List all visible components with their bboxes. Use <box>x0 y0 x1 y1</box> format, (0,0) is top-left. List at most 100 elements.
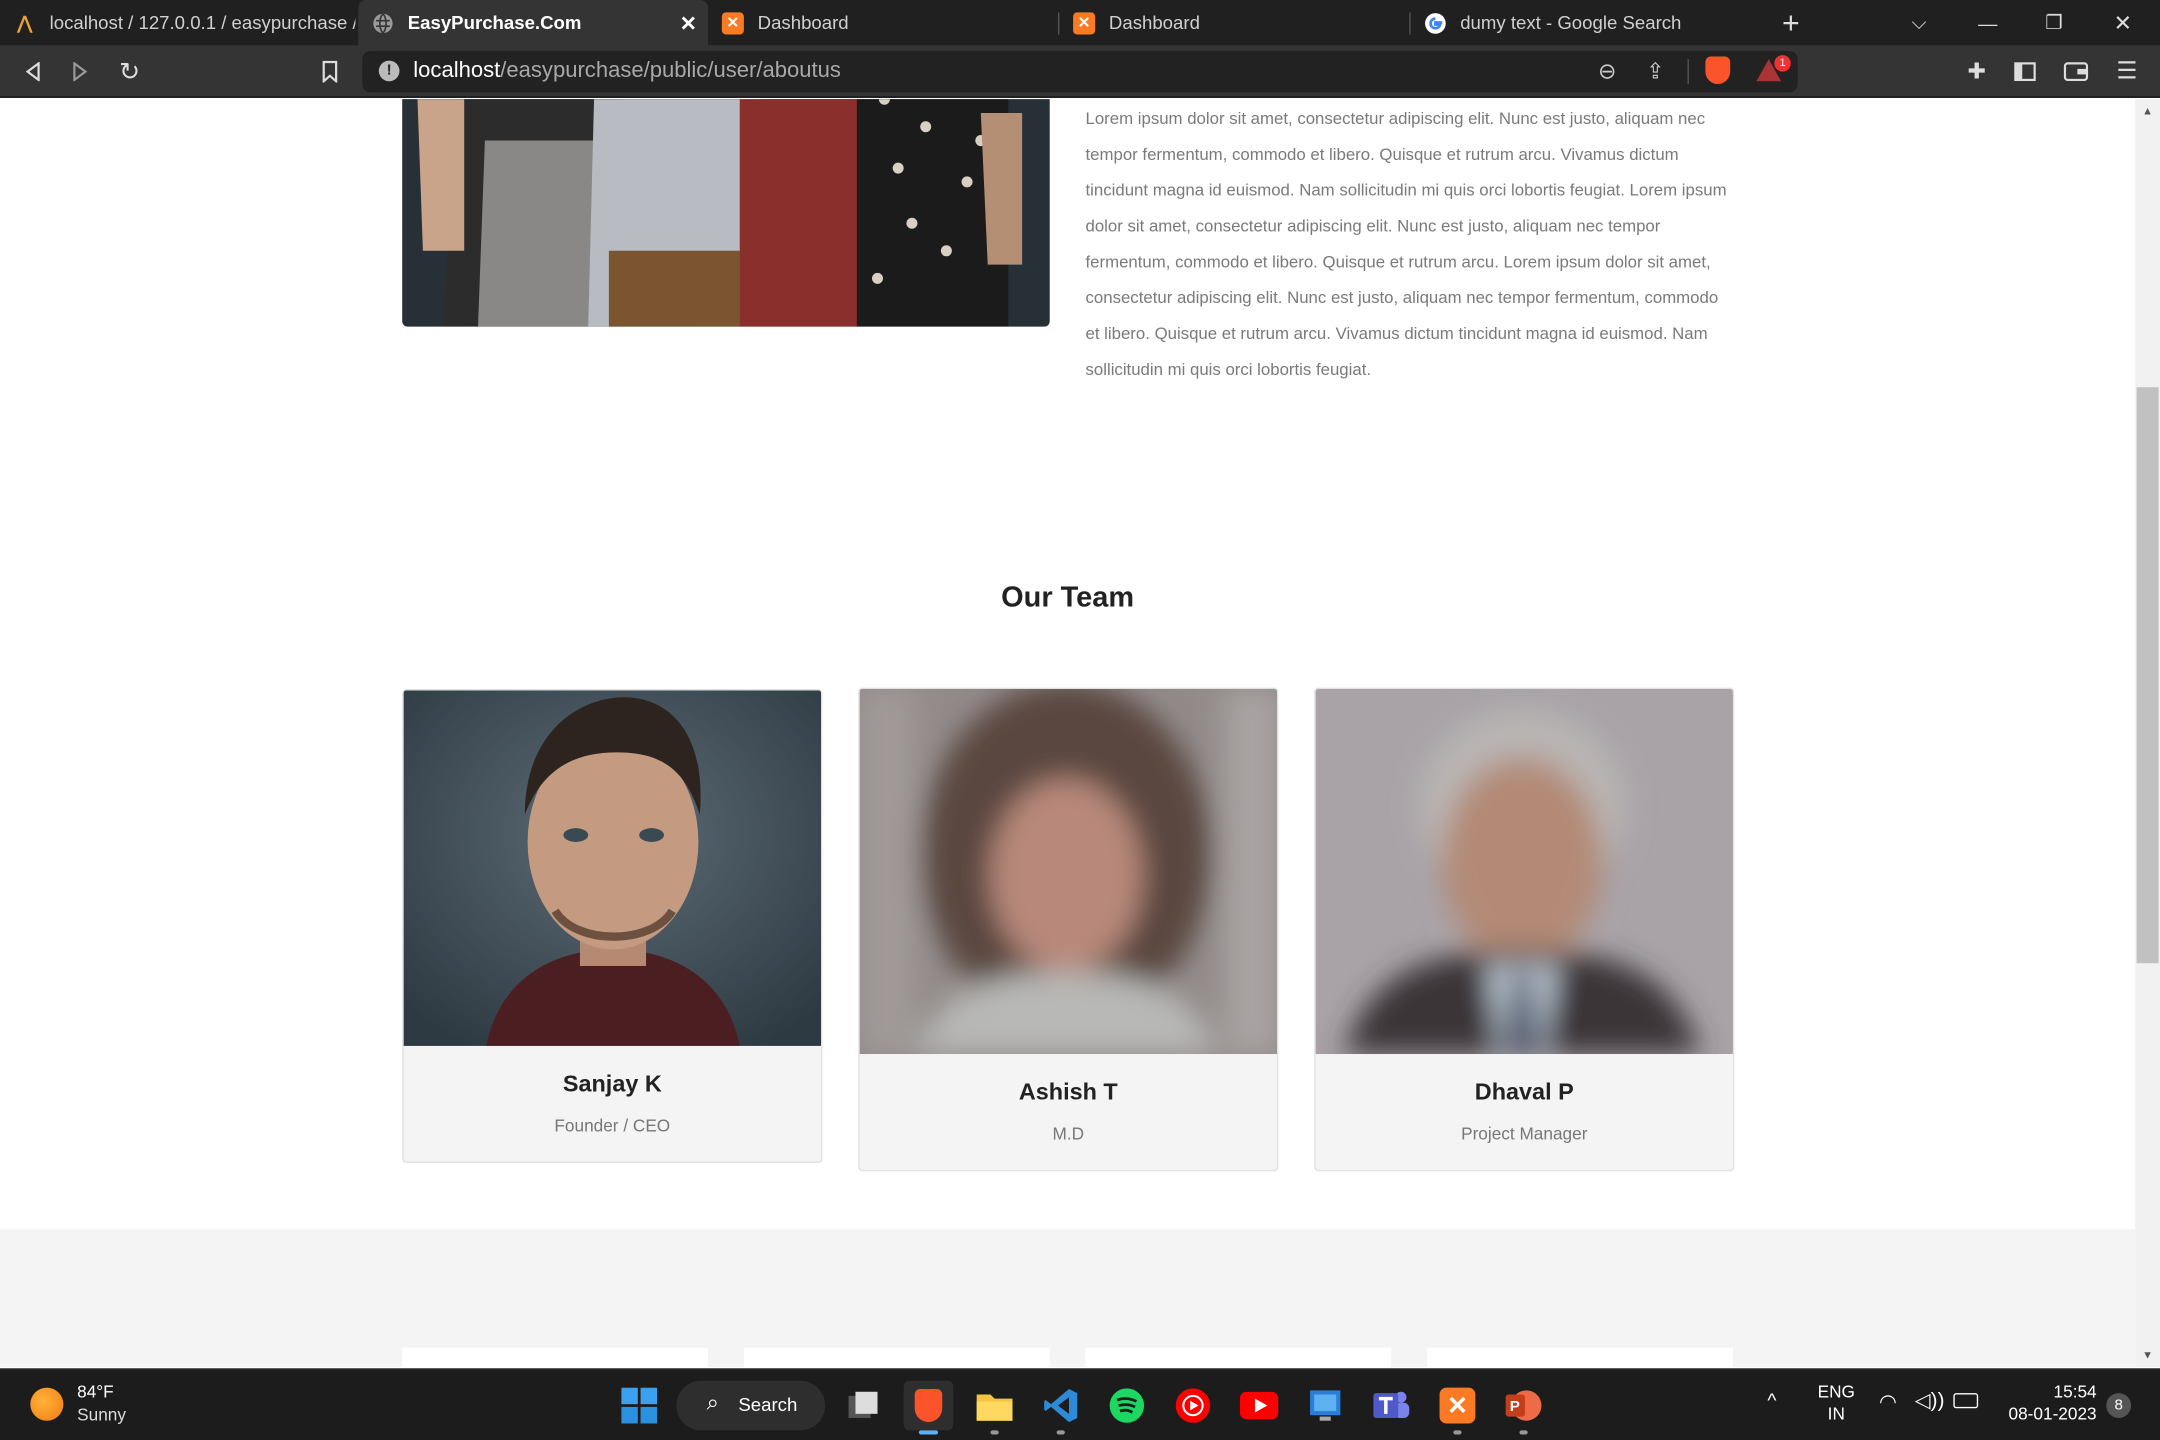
clock[interactable]: 15:54 08-01-2023 <box>1997 1382 2097 1424</box>
file-explorer-icon[interactable] <box>970 1381 1020 1435</box>
member-photo <box>859 688 1277 1055</box>
volume-icon[interactable]: ◁)) <box>1915 1388 1945 1412</box>
svg-text:P: P <box>1510 1398 1520 1415</box>
tab-phpmyadmin[interactable]: ⋀ localhost / 127.0.0.1 / easypurchase / <box>0 0 355 45</box>
task-view-icon[interactable] <box>839 1381 889 1431</box>
xampp-icon: ✕ <box>1439 1387 1476 1424</box>
teams-icon[interactable] <box>1367 1381 1417 1431</box>
windows-start-icon[interactable] <box>614 1381 664 1431</box>
xampp-icon: ✕ <box>721 11 744 34</box>
weather-temp[interactable]: 84°F <box>77 1382 114 1401</box>
globe-icon <box>372 12 394 34</box>
tab-title: Dashboard <box>757 12 849 34</box>
menu-icon[interactable]: ☰ <box>2113 58 2141 86</box>
sun-icon[interactable] <box>30 1387 64 1421</box>
close-window-button[interactable]: ✕ <box>2091 0 2154 45</box>
clock-date: 08-01-2023 <box>2008 1404 2097 1424</box>
tab-dashboard-1[interactable]: ✕ Dashboard <box>708 0 1058 45</box>
close-tab-icon[interactable]: ✕ <box>680 11 697 35</box>
vscode-icon[interactable] <box>1036 1381 1086 1435</box>
url-text: localhost/easypurchase/public/user/about… <box>413 59 841 83</box>
taskbar-search[interactable]: ⌕ Search <box>676 1380 826 1431</box>
spotify-icon[interactable] <box>1102 1381 1152 1431</box>
minimize-button[interactable]: — <box>1956 0 2019 45</box>
tab-title: Dashboard <box>1108 12 1200 34</box>
member-role: Project Manager <box>1461 1124 1588 1144</box>
running-indicator <box>1519 1430 1528 1435</box>
reload-icon[interactable]: ↻ <box>116 57 144 86</box>
next-section-background <box>0 1229 2136 1367</box>
member-role: Founder / CEO <box>554 1116 671 1136</box>
google-icon <box>1424 12 1446 34</box>
team-section-title: Our Team <box>1001 581 1135 614</box>
brave-taskbar-icon[interactable] <box>903 1380 954 1435</box>
back-icon[interactable] <box>19 58 47 86</box>
battery-icon[interactable] <box>1953 1393 1979 1409</box>
team-card-sanjay: Sanjay K Founder / CEO <box>402 688 823 1164</box>
scroll-down-arrow-icon[interactable]: ▼ <box>2142 1349 2153 1361</box>
tab-easypurchase[interactable]: EasyPurchase.Com ✕ <box>358 0 709 46</box>
clock-time: 15:54 <box>2053 1382 2097 1402</box>
xampp-taskbar-icon[interactable]: ✕ <box>1433 1381 1483 1435</box>
member-name: Sanjay K <box>562 1070 662 1097</box>
about-paragraph: Lorem ipsum dolor sit amet, consectetur … <box>1085 108 1727 379</box>
tab-title: dumy text - Google Search <box>1460 12 1682 34</box>
page-viewport: Lorem ipsum dolor sit amet, consectetur … <box>0 99 2136 1367</box>
team-card-dhaval: Dhaval P Project Manager <box>1314 687 1735 1172</box>
member-photo <box>403 690 822 1046</box>
chevron-down-icon[interactable]: ⌵ <box>1887 0 1950 45</box>
wifi-icon[interactable]: ◠ <box>1879 1389 1897 1413</box>
tab-strip: ⋀ localhost / 127.0.0.1 / easypurchase /… <box>0 0 2160 46</box>
tab-title: localhost / 127.0.0.1 / easypurchase / <box>49 12 356 34</box>
member-name: Ashish T <box>1018 1078 1118 1106</box>
wallet-icon[interactable] <box>2062 58 2090 86</box>
powerpoint-icon[interactable]: P <box>1499 1381 1549 1435</box>
tab-title: EasyPurchase.Com <box>407 12 582 34</box>
bookmark-icon[interactable] <box>315 58 343 86</box>
tab-google-search[interactable]: dumy text - Google Search <box>1411 0 1761 45</box>
share-icon[interactable]: ⇪ <box>1646 58 1664 86</box>
next-section-card <box>1085 1347 1392 1367</box>
brave-shield-icon[interactable] <box>1705 56 1731 85</box>
tab-dashboard-2[interactable]: ✕ Dashboard <box>1059 0 1409 45</box>
language-indicator[interactable]: ENG IN <box>1816 1382 1857 1423</box>
next-section-card <box>402 1347 709 1367</box>
search-icon: ⌕ <box>706 1391 720 1416</box>
sidebar-icon[interactable] <box>2011 58 2039 86</box>
zoom-icon[interactable]: ⊖ <box>1598 58 1616 86</box>
language-code: ENG <box>1817 1382 1855 1402</box>
restore-button[interactable]: ❐ <box>2022 0 2085 45</box>
notification-badge: 1 <box>1774 55 1791 72</box>
divider <box>1687 59 1689 85</box>
next-section-card <box>743 1347 1050 1367</box>
about-team-photo <box>402 99 1050 327</box>
notification-count-badge[interactable]: 8 <box>2106 1393 2132 1418</box>
chevron-up-icon[interactable]: ^ <box>1767 1389 1776 1411</box>
region-code: IN <box>1827 1404 1845 1424</box>
active-indicator <box>918 1430 939 1435</box>
weather-desc[interactable]: Sunny <box>77 1406 126 1425</box>
brave-logo <box>914 1389 943 1423</box>
xampp-icon: ✕ <box>1073 11 1096 34</box>
team-card-ashish: Ashish T M.D <box>858 687 1279 1172</box>
youtube-music-icon[interactable] <box>1168 1381 1218 1431</box>
running-indicator <box>1453 1430 1462 1435</box>
member-name: Dhaval P <box>1474 1078 1574 1106</box>
youtube-icon[interactable] <box>1234 1381 1284 1431</box>
member-photo <box>1315 688 1733 1055</box>
windows-app-icon[interactable] <box>1300 1381 1350 1431</box>
new-tab-button[interactable]: + <box>1761 0 1822 45</box>
extensions-icon[interactable]: ✚ <box>1963 58 1991 86</box>
running-indicator <box>1056 1430 1065 1435</box>
windows-taskbar: 84°F Sunny ⌕ Search ✕ P ^ ENG IN ◠ ◁)) 1… <box>0 1368 2160 1440</box>
forward-icon[interactable] <box>66 58 94 86</box>
address-bar[interactable]: ! localhost/easypurchase/public/user/abo… <box>362 50 1798 93</box>
phpmyadmin-icon: ⋀ <box>17 11 33 33</box>
running-indicator <box>990 1430 999 1435</box>
site-info-icon[interactable]: ! <box>378 60 400 82</box>
member-role: M.D <box>1052 1124 1085 1144</box>
scroll-up-arrow-icon[interactable]: ▲ <box>2142 105 2153 117</box>
next-section-card <box>1427 1347 1733 1367</box>
search-label: Search <box>738 1394 798 1416</box>
scrollbar-thumb[interactable] <box>2136 387 2159 964</box>
